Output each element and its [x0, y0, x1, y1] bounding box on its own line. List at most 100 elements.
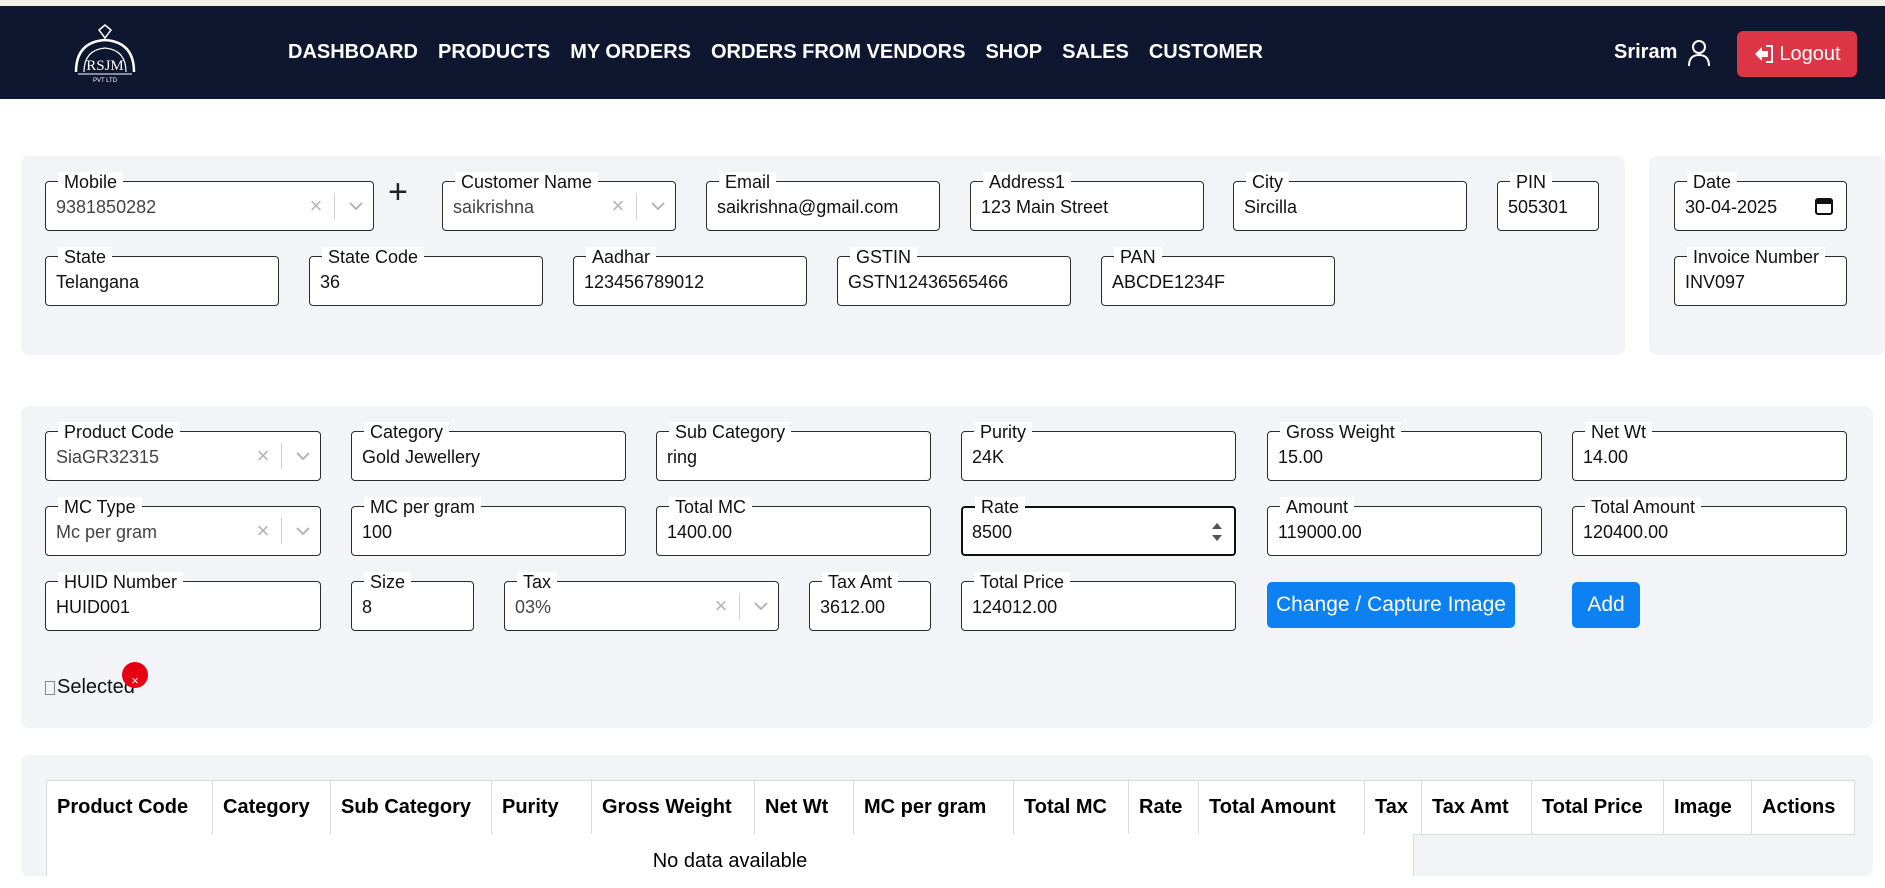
select-separator: [739, 593, 740, 619]
remove-image-button[interactable]: ×: [122, 662, 148, 688]
col-mc-per-gram: MC per gram: [853, 780, 1014, 835]
huid-value: HUID001: [56, 597, 131, 617]
clear-icon[interactable]: ×: [302, 193, 330, 219]
customer-name-value: saikrishna: [453, 197, 535, 217]
clear-icon[interactable]: ×: [249, 443, 277, 469]
nav-products[interactable]: PRODUCTS: [438, 41, 550, 64]
mc-type-value: Mc per gram: [56, 522, 158, 542]
clear-icon[interactable]: ×: [707, 593, 735, 619]
state-field[interactable]: State Telangana: [45, 247, 279, 306]
broken-image-icon: [45, 680, 55, 695]
city-field[interactable]: City Sircilla: [1233, 172, 1467, 231]
customer-name-select[interactable]: Customer Name saikrishna ×: [442, 172, 676, 231]
tax-amt-field[interactable]: Tax Amt 3612.00: [809, 572, 931, 631]
tax-amt-label: Tax Amt: [822, 572, 899, 592]
email-field[interactable]: Email saikrishna@gmail.com: [706, 172, 940, 231]
sub-category-label: Sub Category: [669, 422, 792, 442]
mc-type-select[interactable]: MC Type Mc per gram ×: [45, 497, 321, 556]
pin-field[interactable]: PIN 505301: [1497, 172, 1599, 231]
state-code-label: State Code: [322, 247, 425, 267]
chevron-down-icon[interactable]: [641, 201, 675, 211]
sub-category-field[interactable]: Sub Category ring: [656, 422, 931, 481]
select-separator: [636, 193, 637, 219]
logout-icon: [1755, 45, 1774, 63]
aadhar-label: Aadhar: [586, 247, 657, 267]
mobile-label: Mobile: [58, 172, 124, 192]
clear-icon[interactable]: ×: [249, 518, 277, 544]
mc-per-gram-value: 100: [362, 522, 393, 542]
date-field[interactable]: Date 30-04-2025: [1674, 172, 1847, 231]
mc-per-gram-field[interactable]: MC per gram 100: [351, 497, 626, 556]
col-product-code: Product Code: [46, 780, 213, 835]
nav-shop[interactable]: SHOP: [985, 41, 1042, 64]
total-price-field[interactable]: Total Price 124012.00: [961, 572, 1236, 631]
col-actions: Actions: [1751, 780, 1855, 835]
email-value: saikrishna@gmail.com: [717, 197, 899, 217]
net-wt-label: Net Wt: [1585, 422, 1653, 442]
nav-customer[interactable]: CUSTOMER: [1149, 41, 1263, 64]
logout-label: Logout: [1779, 42, 1841, 65]
total-amount-field[interactable]: Total Amount 120400.00: [1572, 497, 1847, 556]
user-menu[interactable]: Sriram: [1614, 6, 1711, 99]
huid-field[interactable]: HUID Number HUID001: [45, 572, 321, 631]
product-code-select[interactable]: Product Code SiaGR32315 ×: [45, 422, 321, 481]
state-code-field[interactable]: State Code 36: [309, 247, 543, 306]
pan-label: PAN: [1114, 247, 1162, 267]
purity-field[interactable]: Purity 24K: [961, 422, 1236, 481]
chevron-down-icon[interactable]: [339, 201, 373, 211]
gstin-value: GSTN12436565466: [848, 272, 1009, 292]
amount-label: Amount: [1280, 497, 1355, 517]
city-label: City: [1246, 172, 1289, 192]
total-mc-field[interactable]: Total MC 1400.00: [656, 497, 931, 556]
total-mc-value: 1400.00: [667, 522, 733, 542]
chevron-down-icon[interactable]: [286, 451, 320, 461]
nav-sales[interactable]: SALES: [1062, 41, 1129, 64]
mobile-select[interactable]: Mobile 9381850282 ×: [45, 172, 374, 231]
gross-weight-field[interactable]: Gross Weight 15.00: [1267, 422, 1542, 481]
address1-field[interactable]: Address1 123 Main Street: [970, 172, 1204, 231]
mc-type-label: MC Type: [58, 497, 142, 517]
tax-value: 03%: [515, 597, 552, 617]
tax-select[interactable]: Tax 03% ×: [504, 572, 779, 631]
navbar: RSJM PVT LTD DASHBOARD PRODUCTS MY ORDER…: [0, 6, 1885, 99]
logo-text: RSJM: [86, 58, 124, 74]
product-code-value: SiaGR32315: [56, 447, 160, 467]
category-label: Category: [364, 422, 450, 442]
rate-field[interactable]: Rate 8500: [961, 497, 1236, 556]
aadhar-field[interactable]: Aadhar 123456789012: [573, 247, 807, 306]
col-category: Category: [212, 780, 331, 835]
capture-image-button[interactable]: Change / Capture Image: [1267, 582, 1515, 628]
calendar-icon[interactable]: [1814, 196, 1834, 216]
col-total-mc: Total MC: [1013, 780, 1129, 835]
tax-label: Tax: [517, 572, 558, 592]
gstin-label: GSTIN: [850, 247, 918, 267]
add-customer-plus-icon[interactable]: +: [388, 175, 408, 209]
col-sub-category: Sub Category: [330, 780, 492, 835]
nav-orders-from-vendors[interactable]: ORDERS FROM VENDORS: [711, 41, 965, 64]
net-wt-field[interactable]: Net Wt 14.00: [1572, 422, 1847, 481]
category-field[interactable]: Category Gold Jewellery: [351, 422, 626, 481]
select-separator: [334, 193, 335, 219]
brand-logo-icon: RSJM PVT LTD: [74, 24, 136, 84]
address1-value: 123 Main Street: [981, 197, 1109, 217]
brand-logo[interactable]: RSJM PVT LTD: [70, 24, 140, 86]
logout-button[interactable]: Logout: [1737, 31, 1857, 77]
gstin-field[interactable]: GSTIN GSTN12436565466: [837, 247, 1071, 306]
pan-field[interactable]: PAN ABCDE1234F: [1101, 247, 1335, 306]
total-amount-value: 120400.00: [1583, 522, 1669, 542]
close-icon: ×: [131, 673, 139, 688]
add-product-button[interactable]: Add: [1572, 582, 1640, 628]
col-purity: Purity: [491, 780, 592, 835]
size-field[interactable]: Size 8: [351, 572, 474, 631]
category-value: Gold Jewellery: [362, 447, 481, 467]
nav-my-orders[interactable]: MY ORDERS: [570, 41, 691, 64]
select-separator: [281, 443, 282, 469]
nav-dashboard[interactable]: DASHBOARD: [288, 41, 418, 64]
chevron-down-icon[interactable]: [744, 601, 778, 611]
clear-icon[interactable]: ×: [604, 193, 632, 219]
size-value: 8: [362, 597, 373, 617]
chevron-down-icon[interactable]: [286, 526, 320, 536]
amount-field[interactable]: Amount 119000.00: [1267, 497, 1542, 556]
number-spinner-icon[interactable]: [1210, 518, 1224, 546]
invoice-number-field[interactable]: Invoice Number INV097: [1674, 247, 1847, 306]
